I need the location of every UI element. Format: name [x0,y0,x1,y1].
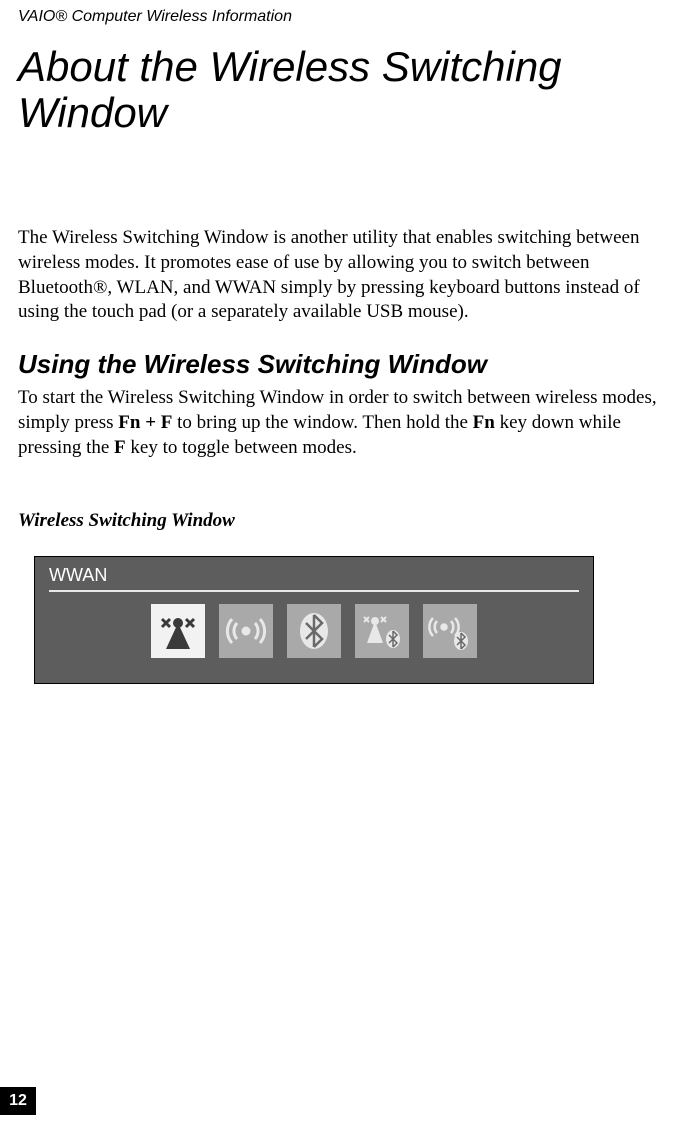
wwan-bluetooth-icon [355,604,409,658]
document-header: VAIO® Computer Wireless Information [18,8,660,26]
section-body: To start the Wireless Switching Window i… [18,386,660,460]
page-title: About the Wireless Switching Window [18,44,660,136]
key-combo-2: Fn [473,412,495,433]
key-combo-1: Fn + F [118,412,172,433]
figure-divider [49,590,579,592]
figure-icon-row [49,604,579,658]
page-number: 12 [0,1087,36,1115]
intro-paragraph: The Wireless Switching Window is another… [18,226,660,325]
figure-caption: Wireless Switching Window [18,510,660,532]
wireless-switching-window-figure: WWAN [34,556,594,684]
figure-mode-label: WWAN [49,565,579,586]
body-text-part: to bring up the window. Then hold the [172,412,472,433]
key-combo-3: F [114,437,126,458]
section-heading: Using the Wireless Switching Window [18,349,660,380]
wwan-icon [151,604,205,658]
wlan-bluetooth-icon [423,604,477,658]
bluetooth-icon [287,604,341,658]
wlan-icon [219,604,273,658]
body-text-part: key to toggle between modes. [126,437,357,458]
